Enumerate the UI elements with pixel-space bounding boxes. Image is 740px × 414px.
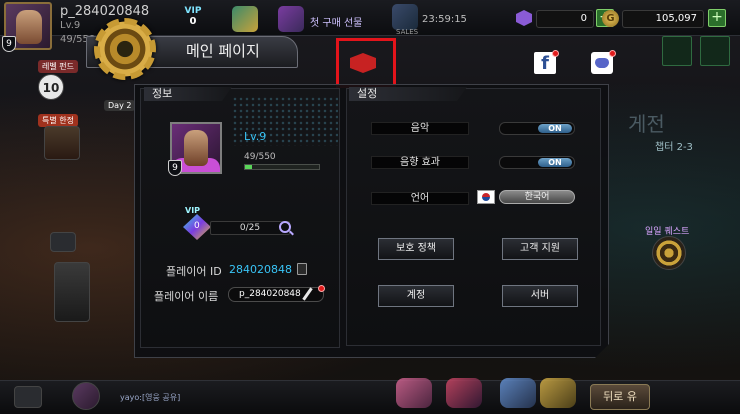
player-level: Lv.9 — [244, 130, 267, 143]
vip-progress: 0/25 — [210, 221, 290, 235]
coin-count: 105,097 — [622, 10, 704, 28]
player-exp: 49/550 — [244, 152, 276, 162]
level-fund-icon[interactable]: 10 — [38, 74, 64, 100]
player-id-value: 284020848 — [229, 263, 292, 276]
settings-tab: 설정 — [349, 87, 467, 101]
account-button[interactable]: 계정 — [378, 285, 454, 307]
level-fund-badge[interactable]: 레벨 펀드 — [38, 60, 78, 73]
event-gift-icon[interactable] — [396, 378, 432, 408]
exp-progress-fill — [245, 165, 252, 169]
music-label: 음악 — [371, 122, 469, 135]
copy-icon[interactable] — [297, 263, 307, 275]
sfx-toggle-knob: ON — [538, 158, 572, 167]
player-name-label: 플레이어 이름 — [154, 290, 219, 303]
event-icon-bottom[interactable] — [500, 378, 536, 408]
top-username: p_284020848 — [60, 4, 150, 19]
vip-top-label: VIP — [184, 6, 202, 16]
sfx-toggle[interactable]: ON — [499, 156, 575, 169]
add-coins-button[interactable]: + — [708, 9, 726, 27]
gem-count: 0 — [536, 10, 594, 28]
chat-message[interactable]: yayo:[영웅 공유] — [120, 392, 180, 403]
player-id-label: 플레이어 ID — [166, 265, 222, 278]
sales-icon[interactable] — [392, 4, 418, 30]
exp-progress-bar — [244, 164, 320, 170]
mail-icon[interactable] — [50, 232, 76, 252]
language-label: 언어 — [371, 192, 469, 205]
language-select[interactable]: 한국어 — [499, 190, 575, 204]
korea-flag-icon — [477, 190, 495, 204]
game-screen: 9 p_284020848 Lv.9 49/550 VIP 0 첫 구매 선물 S… — [0, 0, 740, 414]
star-corner-button[interactable] — [700, 36, 730, 66]
coin-icon: G — [602, 10, 619, 27]
vip-badge-label: VIP — [185, 206, 201, 215]
vip-badge-level: 0 — [194, 221, 200, 231]
event-portrait-icon[interactable] — [44, 126, 80, 160]
music-toggle-knob: ON — [538, 124, 572, 133]
name-notification-dot — [318, 285, 325, 292]
gear-icon — [94, 18, 156, 80]
chair-decoration — [54, 262, 90, 322]
discord-notification-dot — [609, 50, 616, 57]
day-reward-label[interactable]: Day 2 — [104, 100, 136, 111]
privacy-policy-button[interactable]: 보호 정책 — [378, 238, 454, 260]
sales-timer: 23:59:15 — [422, 14, 467, 25]
info-tab: 정보 — [144, 87, 232, 101]
music-toggle[interactable]: ON — [499, 122, 575, 135]
return-button[interactable]: 뒤로 유 — [590, 384, 650, 410]
highlight-frame — [336, 38, 396, 88]
sales-label: SALES — [396, 28, 419, 36]
search-icon[interactable] — [279, 221, 291, 233]
event-icon[interactable] — [232, 6, 258, 32]
vip-top-badge[interactable]: VIP 0 — [178, 6, 208, 32]
vip-top-level: 0 — [189, 16, 197, 27]
top-level: Lv.9 — [60, 20, 81, 31]
vip-badge-icon: VIP 0 — [181, 206, 213, 240]
first-purchase-label: 첫 구매 선물 — [310, 18, 363, 29]
avatar-face — [16, 10, 42, 44]
portrait-level-badge: 9 — [168, 160, 182, 176]
bg-title-fragment: 게전 — [628, 112, 665, 136]
avatar-level-badge: 9 — [2, 36, 16, 52]
first-buy-icon[interactable] — [278, 6, 304, 32]
package-icon[interactable] — [446, 378, 482, 408]
server-button[interactable]: 서버 — [502, 285, 578, 307]
gear-teeth — [94, 18, 156, 80]
customer-support-button[interactable]: 고객 지원 — [502, 238, 578, 260]
chat-avatar[interactable] — [72, 382, 100, 410]
portrait-face — [184, 130, 208, 166]
sfx-label: 음향 효과 — [371, 156, 469, 169]
facebook-notification-dot — [552, 50, 559, 57]
target-icon[interactable] — [652, 236, 686, 270]
page-title: 메인 페이지 — [186, 42, 260, 60]
friends-icon[interactable] — [14, 386, 42, 408]
shop-icon[interactable] — [540, 378, 576, 408]
mail-corner-button[interactable] — [662, 36, 692, 66]
chapter-label: 챕터 2-3 — [655, 142, 693, 153]
